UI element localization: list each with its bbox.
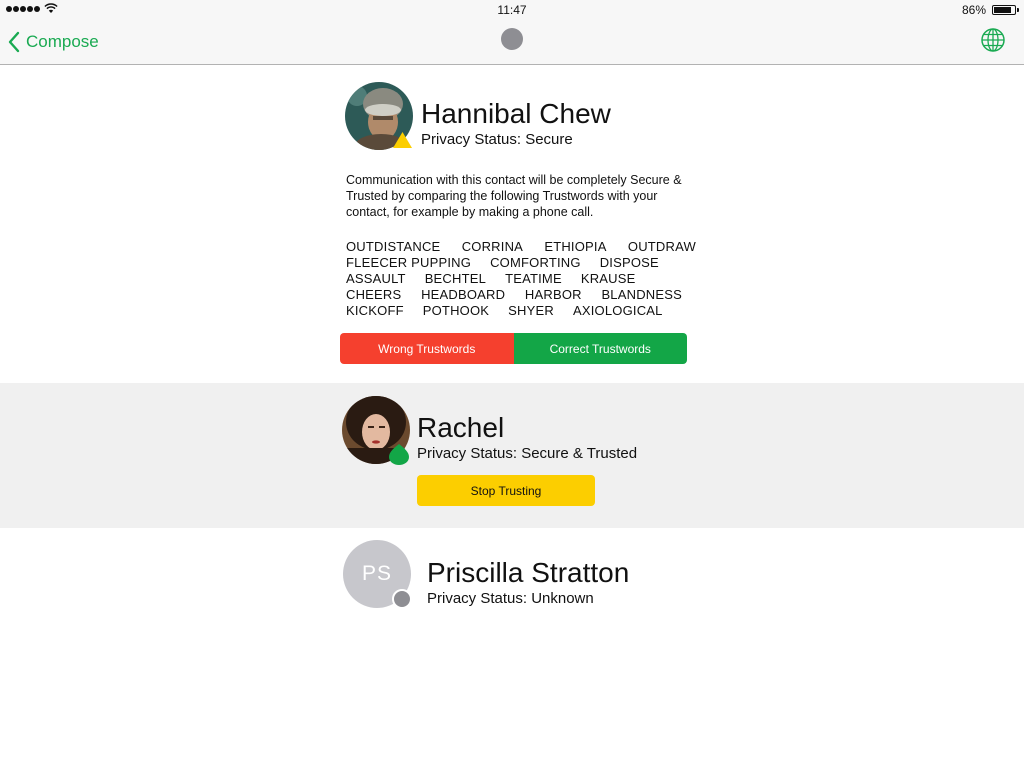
trustwords-row: CHEERS HEADBOARD HARBOR BLANDNESS xyxy=(346,287,682,303)
contact-card-hannibal-chew: Hannibal Chew Privacy Status: Secure Com… xyxy=(0,66,1024,383)
contact-name: Rachel xyxy=(417,412,505,443)
trustword: BLANDNESS xyxy=(601,287,682,302)
battery-icon xyxy=(992,5,1019,15)
trustword: FLEECER PUPPING xyxy=(346,255,472,270)
trustwords-list: OUTDISTANCE CORRINA ETHIOPIA OUTDRAW FLE… xyxy=(346,239,696,319)
wrong-trustwords-button[interactable]: Wrong Trustwords xyxy=(340,333,514,364)
trustword: TEATIME xyxy=(505,271,562,286)
trustword: AXIOLOGICAL xyxy=(572,303,663,318)
trustword: SHYER xyxy=(508,303,554,318)
trustword: KICKOFF xyxy=(346,303,404,318)
contact-card-rachel: Rachel Privacy Status: Secure & Trusted … xyxy=(0,383,1024,528)
trustword: CORRINA xyxy=(461,239,524,254)
chevron-left-icon xyxy=(8,31,20,53)
back-button[interactable]: Compose xyxy=(8,29,99,55)
battery-percent: 86% xyxy=(961,3,986,17)
trustword: HARBOR xyxy=(524,287,582,302)
status-time: 11:47 xyxy=(497,3,527,17)
trustwords-instructions: Communication with this contact will be … xyxy=(346,173,682,219)
trustwords-row: FLEECER PUPPING COMFORTING DISPOSE xyxy=(346,255,696,271)
navigation-bar: Compose xyxy=(0,20,1024,65)
globe-icon[interactable] xyxy=(980,27,1006,53)
trustword: BECHTEL xyxy=(424,271,487,286)
trustword: ETHIOPIA xyxy=(544,239,607,254)
warning-triangle-icon xyxy=(393,132,412,148)
trustword: POTHOOK xyxy=(422,303,490,318)
stop-trusting-button[interactable]: Stop Trusting xyxy=(417,475,595,506)
trustword: KRAUSE xyxy=(580,271,636,286)
contact-name: Priscilla Stratton xyxy=(427,557,630,588)
trustwords-row: OUTDISTANCE CORRINA ETHIOPIA OUTDRAW xyxy=(346,239,696,255)
trustwords-row: KICKOFF POTHOOK SHYER AXIOLOGICAL xyxy=(346,303,696,319)
trustword: HEADBOARD xyxy=(421,287,506,302)
trustword: OUTDISTANCE xyxy=(346,239,441,254)
trustword: DISPOSE xyxy=(599,255,659,270)
trustword: OUTDRAW xyxy=(627,239,696,254)
contact-name: Hannibal Chew xyxy=(421,98,611,129)
correct-trustwords-button[interactable]: Correct Trustwords xyxy=(513,333,687,364)
trustword: COMFORTING xyxy=(490,255,581,270)
contact-card-priscilla-stratton: PS Priscilla Stratton Privacy Status: Un… xyxy=(0,528,1024,638)
privacy-status-dot[interactable] xyxy=(501,28,523,50)
trustword: ASSAULT xyxy=(346,271,406,286)
back-button-label: Compose xyxy=(26,32,99,51)
privacy-status: Privacy Status: Unknown xyxy=(427,590,594,607)
privacy-status: Privacy Status: Secure & Trusted xyxy=(417,445,638,462)
privacy-status: Privacy Status: Secure xyxy=(421,131,573,148)
status-bar: 11:47 86% xyxy=(0,0,1024,20)
trustwords-buttons: Wrong Trustwords Correct Trustwords xyxy=(340,333,687,364)
trustwords-row: ASSAULT BECHTEL TEATIME KRAUSE xyxy=(346,271,696,287)
trustword: CHEERS xyxy=(346,287,402,302)
unknown-status-dot-icon xyxy=(392,589,412,609)
trusted-shield-icon xyxy=(389,444,409,465)
